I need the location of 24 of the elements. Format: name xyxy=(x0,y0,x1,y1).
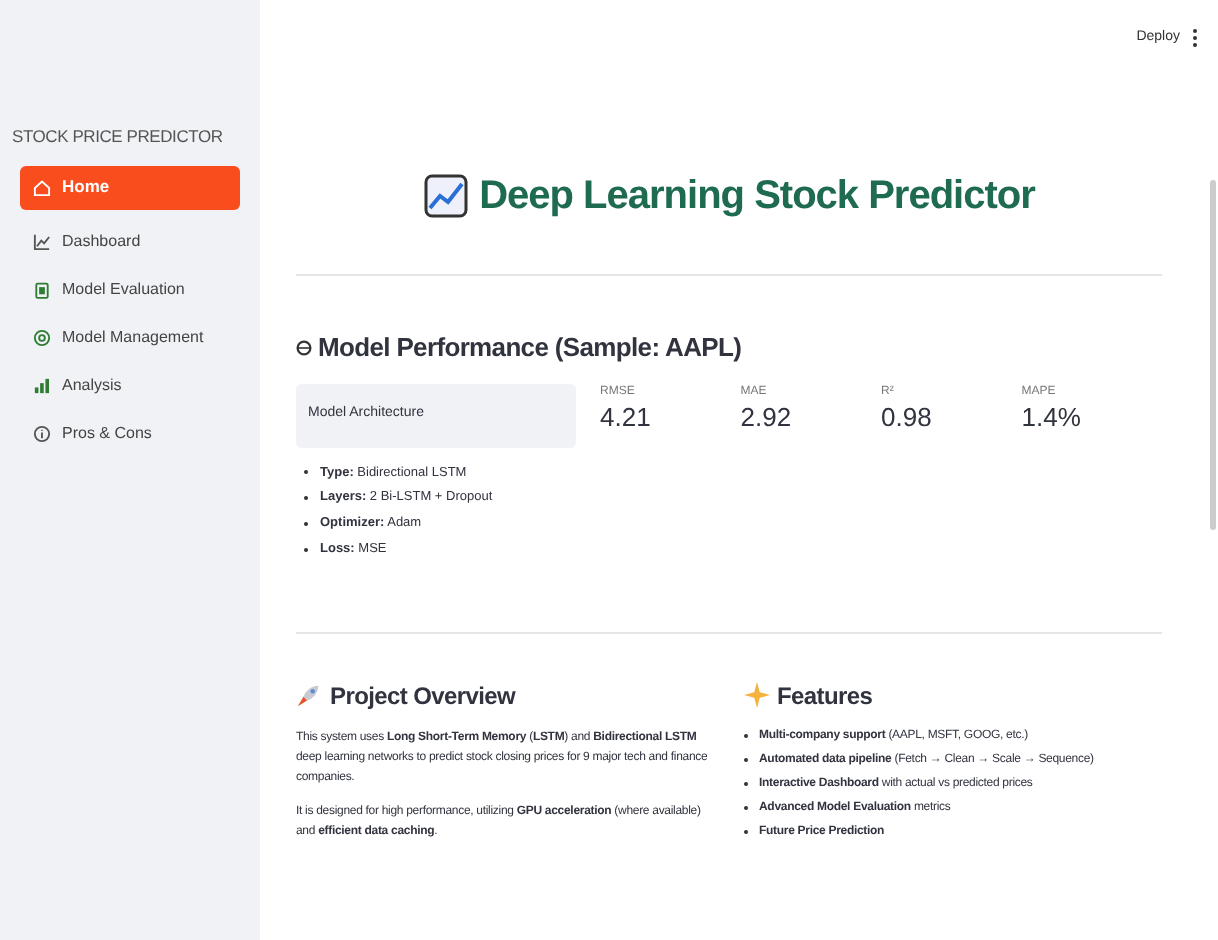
line-chart-icon xyxy=(32,231,52,252)
rocket-icon xyxy=(296,682,322,708)
nav-item[interactable]: Analysis xyxy=(20,369,240,402)
bar-chart-icon xyxy=(32,375,52,396)
more-menu-icon[interactable] xyxy=(1192,28,1198,49)
sparkle-icon xyxy=(743,682,769,708)
section-heading: Project Overview xyxy=(330,679,516,713)
home-icon xyxy=(32,177,52,198)
page-title: Deep Learning Stock Predictor xyxy=(479,172,1035,222)
scrollbar[interactable] xyxy=(1210,180,1216,530)
metric-value: 0.98 xyxy=(881,401,934,433)
chart-icon xyxy=(423,174,468,218)
section-heading: Features xyxy=(777,679,873,713)
metric-value: 1.4% xyxy=(1021,401,1083,433)
clipboard-icon xyxy=(32,279,52,300)
nav-item[interactable]: Model Evaluation xyxy=(20,273,240,306)
metric-value: 2.92 xyxy=(740,401,794,433)
sidebar-title: STOCK PRICE PREDICTOR xyxy=(12,124,225,150)
section-heading: Model Performance (Sample: AAPL) xyxy=(318,330,742,366)
nav-item[interactable]: Dashboard xyxy=(20,225,240,258)
metric-value: 4.21 xyxy=(600,401,653,433)
info-icon xyxy=(32,423,52,444)
nav-item[interactable]: Model Management xyxy=(20,321,240,354)
nav-item[interactable]: Pros & Cons xyxy=(20,417,240,450)
